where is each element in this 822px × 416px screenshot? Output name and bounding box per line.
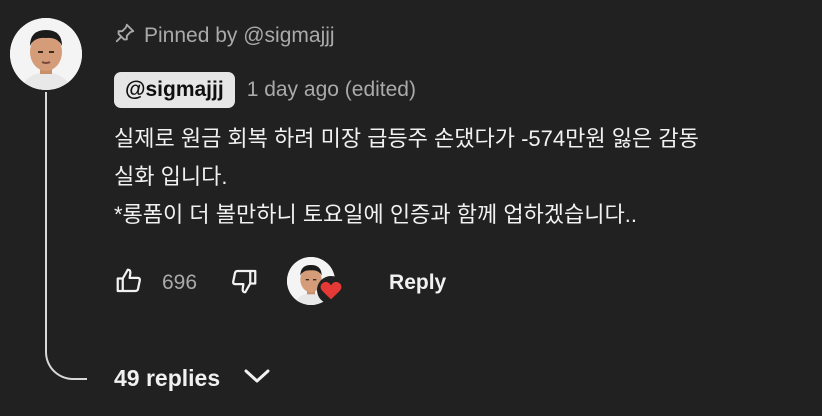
pinned-label: Pinned by @sigmajjj — [114, 22, 335, 50]
thumbs-down-icon — [229, 266, 259, 301]
author-name[interactable]: @sigmajjj — [114, 72, 235, 108]
comment-actions: 696 Reply — [114, 256, 446, 310]
chevron-down-icon — [242, 365, 272, 392]
creator-heart — [287, 257, 346, 309]
thumbs-up-icon — [114, 266, 144, 301]
pin-icon — [114, 22, 136, 50]
like-count: 696 — [162, 271, 198, 294]
pinned-text: Pinned by @sigmajjj — [144, 24, 335, 47]
reply-button[interactable]: Reply — [389, 271, 446, 295]
replies-toggle[interactable]: 49 replies — [114, 358, 272, 398]
like-button[interactable]: 696 — [114, 266, 197, 301]
comment-line: *롱폼이 더 볼만하니 토요일에 인증과 함께 업하겠습니다.. — [114, 202, 637, 227]
heart-icon — [317, 276, 346, 309]
comment-line: 실화 입니다. — [114, 164, 228, 189]
comment-header: @sigmajjj 1 day ago (edited) — [114, 70, 416, 110]
author-avatar[interactable] — [10, 18, 82, 90]
comment-line: 실제로 원금 회복 하려 미장 급등주 손댔다가 -574만원 잃은 감동 — [114, 126, 699, 151]
comment-timestamp[interactable]: 1 day ago (edited) — [247, 78, 416, 102]
replies-count: 49 replies — [114, 364, 221, 391]
dislike-button[interactable] — [229, 266, 259, 301]
thread-line — [45, 92, 87, 380]
comment-text: 실제로 원금 회복 하려 미장 급등주 손댔다가 -574만원 잃은 감동 실화… — [114, 120, 820, 234]
